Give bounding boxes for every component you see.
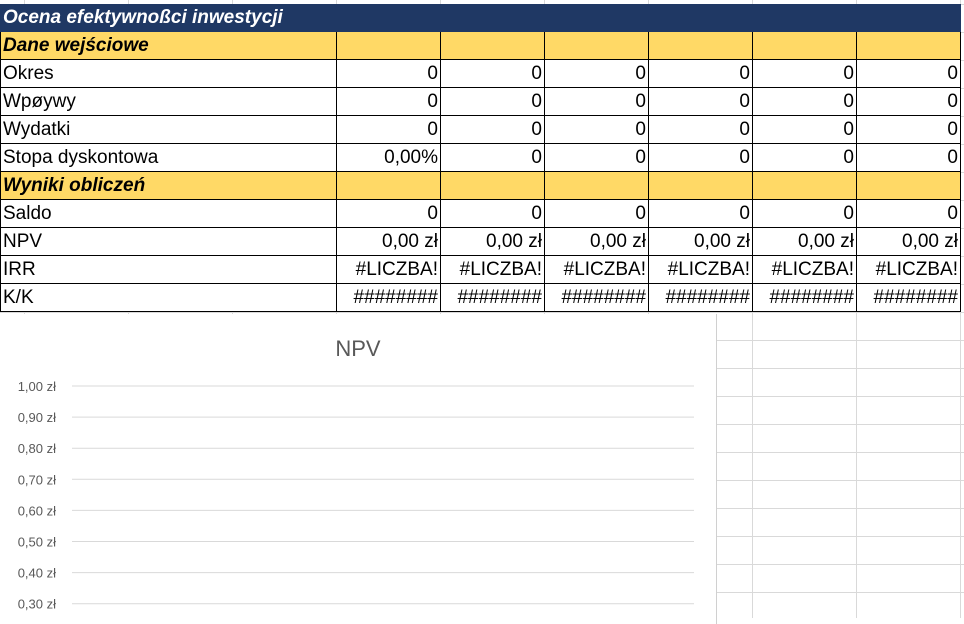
- row-label[interactable]: IRR: [0, 255, 337, 284]
- row-label[interactable]: Okres: [0, 59, 337, 88]
- row-stopa: Stopa dyskontowa 0,00% 0 0 0 0 0: [0, 143, 961, 172]
- cell[interactable]: #LICZBA!: [544, 255, 649, 284]
- cell[interactable]: 0: [856, 199, 961, 228]
- cell[interactable]: [544, 171, 649, 200]
- investment-table: Ocena efektywnoßci inwestycji Dane wejśc…: [0, 4, 961, 312]
- y-tick-label: 0,40 zł: [18, 566, 56, 581]
- cell[interactable]: 0: [544, 143, 649, 172]
- y-tick-label: 1,00 zł: [18, 379, 56, 394]
- cell[interactable]: 0: [440, 199, 545, 228]
- section-input-header[interactable]: Dane wejściowe: [0, 31, 337, 60]
- cell[interactable]: 0: [544, 199, 649, 228]
- cell[interactable]: [856, 171, 961, 200]
- y-tick-label: 0,90 zł: [18, 410, 56, 425]
- cell[interactable]: 0: [752, 87, 857, 116]
- row-label[interactable]: Stopa dyskontowa: [0, 143, 337, 172]
- cell[interactable]: [648, 171, 753, 200]
- cell[interactable]: [752, 171, 857, 200]
- cell[interactable]: 0: [336, 199, 441, 228]
- cell[interactable]: 0: [648, 115, 753, 144]
- cell[interactable]: [544, 31, 649, 60]
- cell[interactable]: 0,00 zł: [544, 227, 649, 256]
- row-kk: K/K ######## ######## ######## ######## …: [0, 283, 961, 312]
- cell[interactable]: 0,00 zł: [440, 227, 545, 256]
- cell[interactable]: [336, 31, 441, 60]
- cell[interactable]: 0: [440, 59, 545, 88]
- cell[interactable]: 0,00 zł: [336, 227, 441, 256]
- cell[interactable]: 0: [544, 87, 649, 116]
- cell[interactable]: ########: [856, 283, 961, 312]
- cell[interactable]: 0: [856, 115, 961, 144]
- y-tick-label: 0,50 zł: [18, 535, 56, 550]
- cell[interactable]: [336, 171, 441, 200]
- cell[interactable]: 0,00 zł: [752, 227, 857, 256]
- cell[interactable]: 0: [752, 115, 857, 144]
- cell[interactable]: 0: [856, 59, 961, 88]
- cell[interactable]: 0: [544, 115, 649, 144]
- row-label[interactable]: Wpøywy: [0, 87, 337, 116]
- npv-chart[interactable]: NPV 1,00 zł 0,90 zł 0,80 zł 0,70 zł 0,60 zł 0…: [0, 314, 717, 624]
- cell[interactable]: 0: [648, 59, 753, 88]
- row-label[interactable]: Saldo: [0, 199, 337, 228]
- cell[interactable]: 0: [648, 87, 753, 116]
- cell[interactable]: #LICZBA!: [752, 255, 857, 284]
- cell[interactable]: #LICZBA!: [856, 255, 961, 284]
- cell[interactable]: [648, 31, 753, 60]
- row-saldo: Saldo 0 0 0 0 0 0: [0, 199, 961, 228]
- row-label[interactable]: NPV: [0, 227, 337, 256]
- cell[interactable]: 0,00 zł: [856, 227, 961, 256]
- cell[interactable]: 0: [544, 59, 649, 88]
- row-wplywy: Wpøywy 0 0 0 0 0 0: [0, 87, 961, 116]
- cell[interactable]: [856, 31, 961, 60]
- cell[interactable]: 0: [856, 87, 961, 116]
- cell[interactable]: ########: [648, 283, 753, 312]
- cell[interactable]: 0: [336, 87, 441, 116]
- cell[interactable]: ########: [752, 283, 857, 312]
- cell[interactable]: ########: [336, 283, 441, 312]
- chart-plot-area: 1,00 zł 0,90 zł 0,80 zł 0,70 zł 0,60 zł 0,50 …: [18, 379, 694, 612]
- cell[interactable]: 0: [336, 59, 441, 88]
- cell[interactable]: 0: [440, 87, 545, 116]
- section-results-header[interactable]: Wyniki obliczeń: [0, 171, 337, 200]
- cell[interactable]: 0: [648, 143, 753, 172]
- cell[interactable]: ########: [440, 283, 545, 312]
- cell[interactable]: 0,00 zł: [648, 227, 753, 256]
- y-tick-label: 0,30 zł: [18, 597, 56, 612]
- y-tick-label: 0,60 zł: [18, 503, 56, 518]
- cell[interactable]: 0: [440, 143, 545, 172]
- y-tick-label: 0,70 zł: [18, 472, 56, 487]
- cell[interactable]: [440, 31, 545, 60]
- cell[interactable]: 0: [752, 199, 857, 228]
- sheet-title[interactable]: Ocena efektywnoßci inwestycji: [0, 4, 961, 32]
- cell[interactable]: [440, 171, 545, 200]
- cell[interactable]: #LICZBA!: [648, 255, 753, 284]
- y-tick-label: 0,80 zł: [18, 441, 56, 456]
- cell[interactable]: 0: [856, 143, 961, 172]
- cell[interactable]: 0: [648, 199, 753, 228]
- cell[interactable]: ########: [544, 283, 649, 312]
- row-wydatki: Wydatki 0 0 0 0 0 0: [0, 115, 961, 144]
- row-label[interactable]: K/K: [0, 283, 337, 312]
- cell[interactable]: 0: [752, 143, 857, 172]
- row-okres: Okres 0 0 0 0 0 0: [0, 59, 961, 88]
- row-irr: IRR #LICZBA! #LICZBA! #LICZBA! #LICZBA! …: [0, 255, 961, 284]
- row-npv: NPV 0,00 zł 0,00 zł 0,00 zł 0,00 zł 0,00…: [0, 227, 961, 256]
- cell[interactable]: #LICZBA!: [440, 255, 545, 284]
- cell[interactable]: 0: [336, 115, 441, 144]
- cell[interactable]: [752, 31, 857, 60]
- cell[interactable]: 0,00%: [336, 143, 441, 172]
- cell[interactable]: 0: [440, 115, 545, 144]
- cell[interactable]: #LICZBA!: [336, 255, 441, 284]
- cell[interactable]: 0: [752, 59, 857, 88]
- row-label[interactable]: Wydatki: [0, 115, 337, 144]
